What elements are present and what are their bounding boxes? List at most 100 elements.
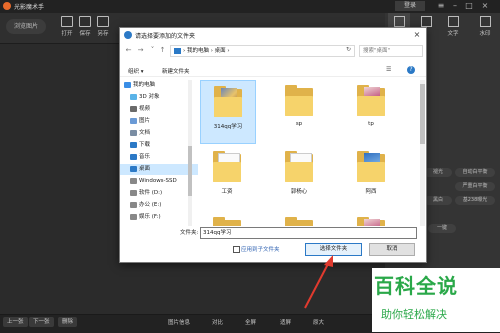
- tree-item[interactable]: 软件 (D:): [120, 188, 198, 199]
- fx-button[interactable]: 一键: [428, 224, 456, 233]
- fx-button[interactable]: 黑白: [424, 196, 452, 205]
- tree-item[interactable]: 文档: [120, 128, 198, 139]
- folder-label: 文件夹:: [180, 230, 199, 236]
- watermark-subtitle: 助你轻松解决: [381, 308, 447, 321]
- tree-item-label: 娱乐 (F:): [139, 214, 161, 220]
- folder-open-icon: [61, 16, 73, 27]
- tree-item-label: 办公 (E:): [139, 202, 162, 208]
- address-bar[interactable]: › 我的电脑 › 桌面 ›: [170, 45, 355, 57]
- tree-item[interactable]: 办公 (E:): [120, 200, 198, 211]
- file-label: 阿西: [365, 189, 377, 195]
- app-logo-icon: [3, 2, 11, 10]
- tree-item[interactable]: 3D 对象: [120, 92, 198, 103]
- maximize-icon[interactable]: □: [464, 1, 474, 11]
- tree-item[interactable]: 音乐: [120, 152, 198, 163]
- folder-icon: [130, 213, 137, 220]
- fit-screen-button[interactable]: 适屏: [280, 318, 291, 326]
- tree-item-label: 我的电脑: [133, 82, 156, 88]
- folder-icon: [130, 117, 137, 124]
- tool-save-as[interactable]: 另存: [92, 16, 114, 40]
- image-info-button[interactable]: 图片信息: [168, 318, 190, 326]
- tree-item-label: 音乐: [139, 154, 151, 160]
- edit-icon: [393, 16, 405, 27]
- delete-button[interactable]: 删除: [58, 317, 78, 327]
- file-label: 郭杨心: [290, 189, 308, 195]
- tree-item[interactable]: 娱乐 (F:): [120, 212, 198, 223]
- file-item[interactable]: 工资: [200, 146, 254, 208]
- view-options-icon[interactable]: ☰: [386, 66, 398, 74]
- prev-button[interactable]: 上一张: [3, 317, 28, 327]
- tree-item[interactable]: 桌面: [120, 164, 198, 175]
- tree-item[interactable]: Windows-SSD: [120, 176, 198, 187]
- tab-watermark[interactable]: 水印: [473, 16, 497, 37]
- files-scrollbar-thumb[interactable]: [420, 84, 425, 144]
- tree-item-label: 文档: [139, 130, 151, 136]
- browse-images-button[interactable]: 浏览图片: [6, 19, 46, 34]
- fx-button[interactable]: 基238曝光: [455, 196, 495, 205]
- apply-subfolders-label[interactable]: 应用到子文件夹: [241, 245, 280, 253]
- tree-item-label: Windows-SSD: [139, 178, 177, 184]
- image-icon: [420, 16, 432, 27]
- organize-menu[interactable]: 组织 ▾: [128, 67, 144, 75]
- folder-icon: [282, 150, 316, 184]
- watermark-logo: 百科全说: [374, 274, 458, 298]
- close-icon[interactable]: ×: [480, 1, 490, 11]
- file-grid: 314qq学习 sp tp 工资 郭杨心 阿西: [196, 80, 420, 226]
- login-button[interactable]: 登录: [395, 1, 425, 11]
- tree-item[interactable]: 下载: [120, 140, 198, 151]
- forward-arrow-icon[interactable]: →: [136, 46, 145, 55]
- fx-button[interactable]: 严重白平衡: [455, 182, 495, 191]
- refresh-icon[interactable]: ↻: [344, 45, 353, 55]
- folder-icon: [282, 84, 316, 118]
- up-arrow-icon[interactable]: ↑: [158, 46, 167, 55]
- close-icon[interactable]: ×: [412, 30, 422, 40]
- chevron-down-icon[interactable]: ˅: [148, 46, 157, 55]
- menu-icon[interactable]: ≡: [436, 1, 446, 11]
- app-titlebar: [0, 0, 500, 13]
- annotation-arrow-icon: [304, 255, 333, 309]
- tree-item[interactable]: 图片: [120, 116, 198, 127]
- search-input[interactable]: 搜索"桌面": [359, 45, 423, 57]
- folder-icon: [130, 129, 137, 136]
- folder-icon: [354, 150, 388, 184]
- help-icon[interactable]: ?: [407, 66, 415, 74]
- fx-button[interactable]: 自动白平衡: [455, 168, 495, 177]
- file-item[interactable]: sp: [272, 80, 326, 142]
- save-icon: [79, 16, 91, 27]
- new-folder-button[interactable]: 新建文件夹: [162, 67, 190, 75]
- tree-item[interactable]: 视频: [120, 104, 198, 115]
- tab-text[interactable]: 文字: [441, 16, 465, 37]
- tree-item-label: 桌面: [139, 166, 151, 172]
- minimize-icon[interactable]: –: [450, 1, 460, 11]
- file-item[interactable]: [344, 212, 398, 226]
- folder-icon: [130, 165, 137, 172]
- file-item[interactable]: 郭杨心: [272, 146, 326, 208]
- folder-icon: [130, 177, 137, 184]
- tree-item-label: 下载: [139, 142, 151, 148]
- file-item[interactable]: 314qq学习: [200, 80, 256, 144]
- file-item[interactable]: [200, 212, 254, 226]
- file-label: tp: [368, 121, 374, 127]
- tree-item-label: 图片: [139, 118, 151, 124]
- desktop-icon: [174, 47, 181, 54]
- fullscreen-button[interactable]: 全屏: [245, 318, 256, 326]
- save-as-icon: [97, 16, 109, 27]
- compare-button[interactable]: 对比: [212, 318, 223, 326]
- folder-icon: [130, 201, 137, 208]
- folder-name-input[interactable]: 314qq学习: [200, 227, 417, 239]
- fx-button[interactable]: 褪光: [424, 168, 452, 177]
- next-button[interactable]: 下一张: [29, 317, 54, 327]
- tree-item[interactable]: 我的电脑: [120, 80, 192, 91]
- file-item[interactable]: [272, 212, 326, 226]
- back-arrow-icon[interactable]: ←: [124, 46, 133, 55]
- dialog-title: 请选择要添加的文件夹: [135, 33, 196, 40]
- tree-scrollbar-thumb[interactable]: [188, 146, 192, 196]
- file-item[interactable]: tp: [344, 80, 398, 142]
- tree-item-label: 软件 (D:): [139, 190, 163, 196]
- cancel-button[interactable]: 取消: [369, 243, 415, 256]
- search-placeholder: 搜索"桌面": [363, 48, 391, 54]
- apply-subfolders-checkbox[interactable]: [233, 246, 240, 253]
- original-size-button[interactable]: 原大: [313, 318, 324, 326]
- file-label: sp: [295, 121, 303, 127]
- file-item[interactable]: 阿西: [344, 146, 398, 208]
